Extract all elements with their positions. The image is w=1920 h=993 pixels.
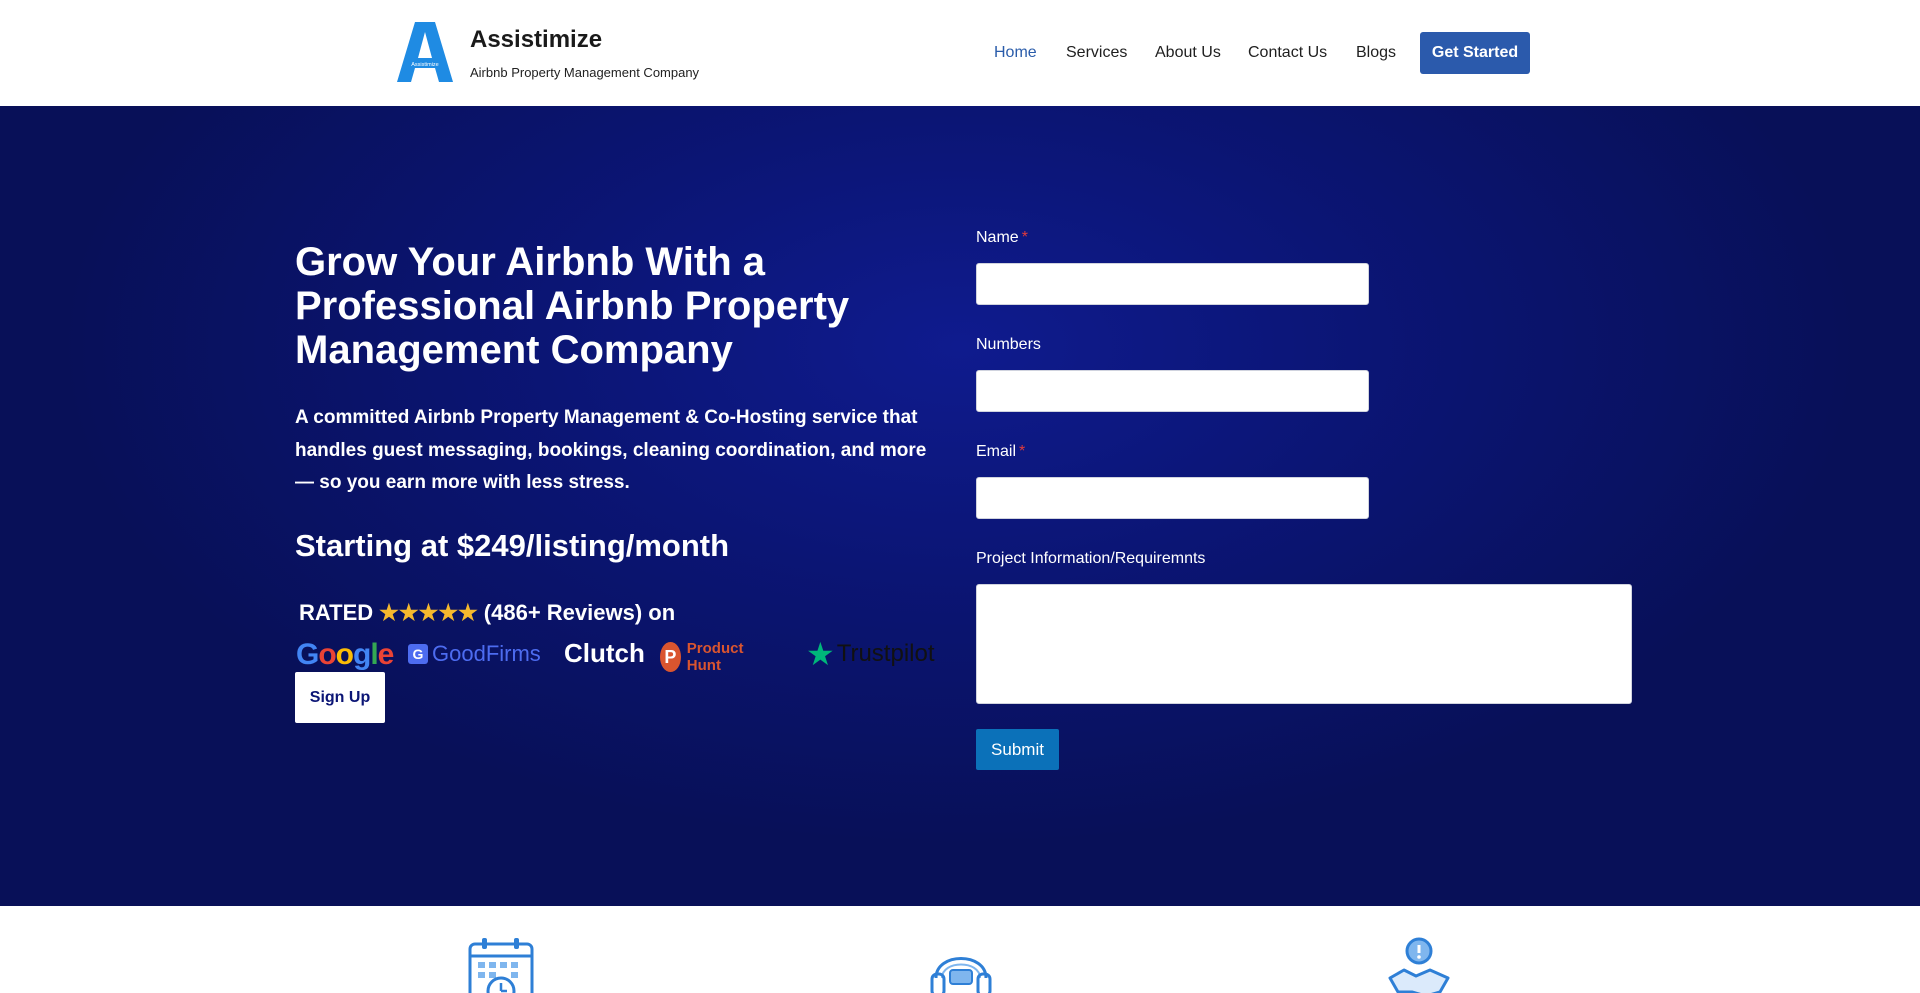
producthunt-logo-icon: P Product Hunt [660, 640, 753, 674]
logo-icon[interactable]: Assistimize [397, 22, 453, 82]
brand-tagline: Airbnb Property Management Company [470, 65, 700, 80]
goodfirms-text: GoodFirms [432, 641, 541, 666]
headset-icon [928, 936, 994, 993]
pricing-text: Starting at $249/listing/month [295, 528, 730, 563]
nav-home[interactable]: Home [994, 44, 1037, 62]
clutch-logo-icon: Clutch [564, 638, 645, 668]
brand-name[interactable]: Assistimize [470, 26, 602, 54]
trustpilot-text: Trustpilot [836, 640, 935, 667]
hero-title: Grow Your Airbnb With a Professional Air… [295, 240, 850, 372]
goodfirms-logo-icon: G GoodFirms [408, 641, 541, 667]
project-info-textarea[interactable] [976, 584, 1632, 704]
nav-blogs[interactable]: Blogs [1356, 44, 1396, 62]
trustpilot-logo-icon: ★ Trustpilot [806, 636, 935, 672]
numbers-label: Numbers [976, 336, 1041, 353]
email-field[interactable] [976, 477, 1369, 519]
svg-text:Assistimize: Assistimize [411, 62, 439, 68]
hero-section: Grow Your Airbnb With a Professional Air… [0, 106, 1920, 906]
calendar-clock-icon [468, 936, 534, 993]
rated-suffix: (486+ Reviews) on [483, 600, 676, 625]
required-mark: * [1021, 229, 1028, 246]
nav-contact-us[interactable]: Contact Us [1248, 44, 1327, 62]
numbers-field[interactable] [976, 370, 1369, 412]
email-label: Email * [976, 443, 1026, 460]
nav-about-us[interactable]: About Us [1155, 44, 1221, 62]
submit-button[interactable]: Submit [976, 729, 1059, 770]
name-label: Name * [976, 229, 1028, 246]
handshake-icon [1386, 936, 1452, 993]
producthunt-text: Product Hunt [686, 640, 744, 674]
rated-prefix: RATED [299, 600, 374, 625]
hero-description: A committed Airbnb Property Management &… [295, 407, 927, 493]
star-rating-icon: ★★★★★ [379, 600, 478, 625]
site-header: Assistimize Assistimize Airbnb Property … [0, 0, 1920, 106]
project-info-label: Project Information/Requiremnts [976, 550, 1206, 567]
google-logo-icon: Google [296, 638, 394, 671]
name-field[interactable] [976, 263, 1369, 305]
get-started-button[interactable]: Get Started [1420, 32, 1530, 74]
sign-up-button[interactable]: Sign Up [295, 672, 385, 723]
rating-line: RATED ★★★★★ (486+ Reviews) on [299, 600, 675, 626]
nav-services[interactable]: Services [1066, 44, 1127, 62]
required-mark: * [1019, 443, 1026, 460]
